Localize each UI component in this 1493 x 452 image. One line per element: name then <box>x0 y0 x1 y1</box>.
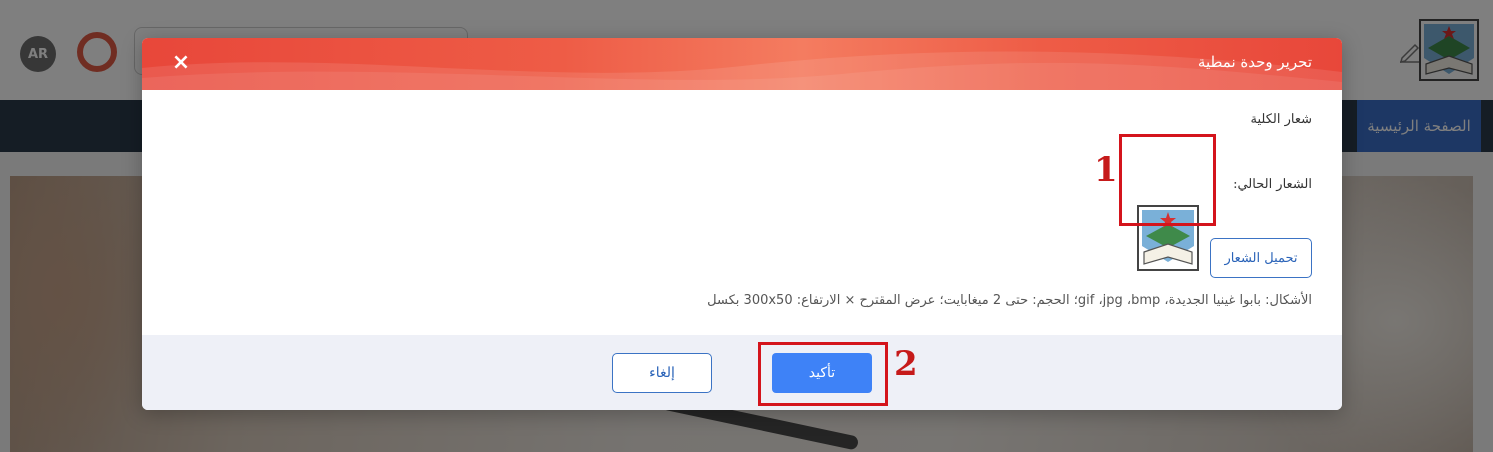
section-label: شعار الكلية <box>1250 112 1312 127</box>
file-format-hint: الأشكال: بابوا غينيا الجديدة، gif ،jpg ،… <box>707 293 1312 308</box>
dialog-footer: إلغاء تأكيد <box>142 335 1342 410</box>
annotation-number-2: 2 <box>894 344 918 384</box>
dialog-title: تحرير وحدة نمطية <box>1197 53 1312 71</box>
close-icon[interactable]: × <box>170 52 192 74</box>
annotation-box-1 <box>1119 134 1216 226</box>
upload-logo-button[interactable]: تحميل الشعار <box>1210 238 1312 278</box>
current-logo-label: الشعار الحالي: <box>1233 177 1312 192</box>
cancel-button[interactable]: إلغاء <box>612 353 712 393</box>
dialog-header: × تحرير وحدة نمطية <box>142 38 1342 90</box>
annotation-box-2 <box>758 342 888 406</box>
header-wave-decoration <box>142 51 1342 90</box>
annotation-number-1: 1 <box>1094 150 1118 190</box>
